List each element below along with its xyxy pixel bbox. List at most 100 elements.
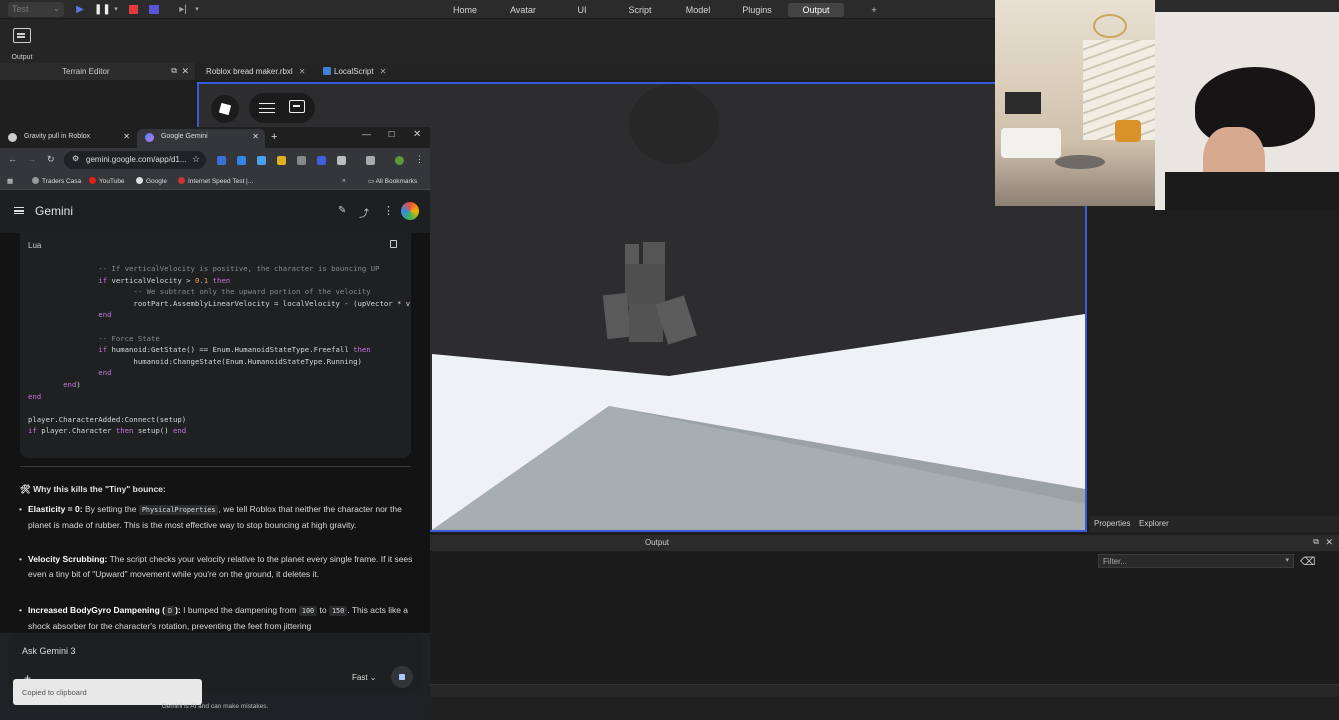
bookmark-label: Internet Speed Test |... — [188, 178, 254, 185]
profile-avatar[interactable] — [395, 156, 404, 165]
puzzle-icon[interactable] — [337, 156, 346, 165]
bookmark-favicon — [32, 177, 39, 184]
clear-output-icon[interactable]: ⌫ — [1300, 555, 1316, 569]
close-icon[interactable]: ✕ — [1325, 537, 1333, 548]
menu-home[interactable]: Home — [446, 3, 484, 17]
minimize-icon[interactable]: — — [362, 129, 371, 139]
output-filter-input[interactable]: Filter... ▾ — [1098, 554, 1294, 568]
stop-generating-button[interactable] — [391, 666, 413, 688]
extension-icon[interactable] — [237, 156, 246, 165]
bookmark-traders-casa[interactable]: Traders Casa — [32, 177, 81, 185]
maximize-icon[interactable]: ☐ — [388, 130, 395, 139]
bookmark-youtube[interactable]: YouTube — [89, 177, 125, 185]
output-panel — [430, 551, 1339, 685]
tab-explorer[interactable]: Explorer — [1139, 519, 1169, 528]
share-icon[interactable]: ⤴ — [359, 205, 369, 220]
step-icon[interactable]: ▸| — [176, 3, 190, 16]
list-item: Increased BodyGyro Dampening (D): I bump… — [19, 603, 413, 633]
gemini-header: Gemini ✎ ⤴ ⋮ — [0, 191, 430, 233]
add-tab-button[interactable]: + — [866, 3, 882, 17]
list-item: Elasticity = 0: By setting the PhysicalP… — [19, 502, 413, 533]
address-bar[interactable]: ⚙ gemini.google.com/app/d1... ☆ — [64, 151, 206, 169]
apps-grid-icon[interactable]: ▦ — [7, 177, 13, 185]
chrome-window: Gravity pull in Roblox ✕ Google Gemini ✕… — [0, 127, 430, 720]
menu-ui[interactable]: UI — [570, 3, 594, 17]
menu-output[interactable]: Output — [788, 3, 844, 17]
inline-code: 150 — [328, 606, 348, 616]
status-bar — [430, 697, 1339, 720]
bookmark-speedtest[interactable]: Internet Speed Test |... — [178, 177, 253, 185]
tab-properties[interactable]: Properties — [1094, 519, 1130, 528]
close-icon[interactable]: ✕ — [252, 132, 259, 141]
model-mode-select[interactable]: Fast ⌄ — [352, 673, 377, 682]
chrome-tab-gravity[interactable]: Gravity pull in Roblox ✕ — [0, 129, 136, 148]
more-vert-icon[interactable]: ⋮ — [415, 154, 424, 165]
google-icon — [136, 177, 143, 184]
extension-icon[interactable] — [317, 156, 326, 165]
new-tab-button[interactable]: + — [271, 131, 277, 143]
site-info-icon[interactable]: ⚙ — [72, 154, 79, 163]
forward-icon[interactable]: → — [27, 154, 36, 164]
pause-icon[interactable]: ❚❚ — [94, 3, 111, 16]
bullet-text: By setting the — [82, 504, 139, 514]
bullet-text: I bumped the dampening from — [180, 605, 299, 615]
tab-label: LocalScript — [334, 67, 374, 76]
terrain-editor-header: Terrain Editor ⧉ ✕ — [0, 63, 195, 80]
filter-placeholder: Filter... — [1103, 557, 1128, 566]
tab-place-file[interactable]: Roblox bread maker.rbxl ✕ — [198, 63, 313, 80]
command-bar[interactable] — [430, 684, 1339, 697]
bookmark-star-icon[interactable]: ☆ — [192, 154, 200, 165]
test-mode-select[interactable]: Test ⌄ — [8, 2, 64, 17]
extension-icon[interactable] — [277, 156, 286, 165]
undock-icon[interactable]: ⧉ — [1313, 537, 1319, 547]
shield-icon[interactable] — [297, 156, 306, 165]
close-window-icon[interactable]: ✕ — [413, 129, 421, 140]
menu-script[interactable]: Script — [622, 3, 658, 17]
hamburger-icon[interactable] — [14, 207, 24, 214]
output-icon — [13, 28, 31, 43]
back-icon[interactable]: ← — [8, 154, 17, 164]
close-icon[interactable]: ✕ — [123, 132, 130, 141]
cast-icon[interactable] — [366, 156, 375, 165]
chrome-tab-gemini[interactable]: Google Gemini ✕ — [137, 129, 265, 148]
bookmark-favicon — [178, 177, 185, 184]
close-icon[interactable]: ✕ — [181, 66, 189, 77]
bullet-title: Elasticity = 0: — [28, 504, 83, 514]
chevron-down-icon[interactable]: ▾ — [109, 3, 123, 16]
reload-icon[interactable]: ↻ — [47, 154, 55, 165]
terrain-editor-title: Terrain Editor — [62, 67, 110, 76]
inline-code: PhysicalProperties — [138, 505, 219, 515]
close-icon[interactable]: ✕ — [380, 67, 387, 76]
bookmarks-overflow-icon[interactable]: » — [342, 177, 346, 184]
chevron-down-icon: ⌄ — [369, 673, 377, 682]
new-chat-icon[interactable]: ✎ — [338, 205, 346, 216]
chevron-down-icon[interactable]: ▾ — [190, 3, 204, 16]
code-block: Lua -- If verticalVelocity is positive, … — [20, 233, 411, 458]
copy-icon[interactable] — [390, 240, 397, 248]
terrain-editor-panel — [0, 80, 195, 127]
armchair — [1115, 120, 1141, 142]
all-bookmarks[interactable]: ▭ All Bookmarks — [368, 177, 417, 185]
extension-icon[interactable] — [217, 156, 226, 165]
menu-plugins[interactable]: Plugins — [737, 3, 777, 17]
toast-notification: Copied to clipboard — [13, 679, 202, 705]
avatar[interactable] — [401, 202, 419, 220]
folder-icon: ▭ — [368, 178, 376, 185]
output-tool-button[interactable]: Output — [8, 26, 36, 61]
extension-icon[interactable] — [257, 156, 266, 165]
tab-localscript[interactable]: LocalScript ✕ — [315, 63, 394, 80]
chevron-down-icon[interactable]: ▾ — [1285, 556, 1289, 564]
more-vert-icon[interactable]: ⋮ — [383, 204, 394, 217]
prompt-placeholder: Ask Gemini 3 — [22, 646, 76, 656]
play-icon[interactable]: ▶ — [73, 3, 87, 16]
client-server-button[interactable] — [147, 3, 161, 16]
stop-button[interactable] — [126, 3, 140, 16]
menu-model[interactable]: Model — [680, 3, 716, 17]
menu-avatar[interactable]: Avatar — [503, 3, 543, 17]
code-language: Lua — [28, 241, 42, 250]
bookmark-google[interactable]: Google — [136, 177, 167, 185]
close-icon[interactable]: ✕ — [299, 67, 306, 76]
stop-icon — [128, 5, 138, 14]
webcam-background-room — [995, 0, 1155, 206]
undock-icon[interactable]: ⧉ — [171, 66, 177, 76]
